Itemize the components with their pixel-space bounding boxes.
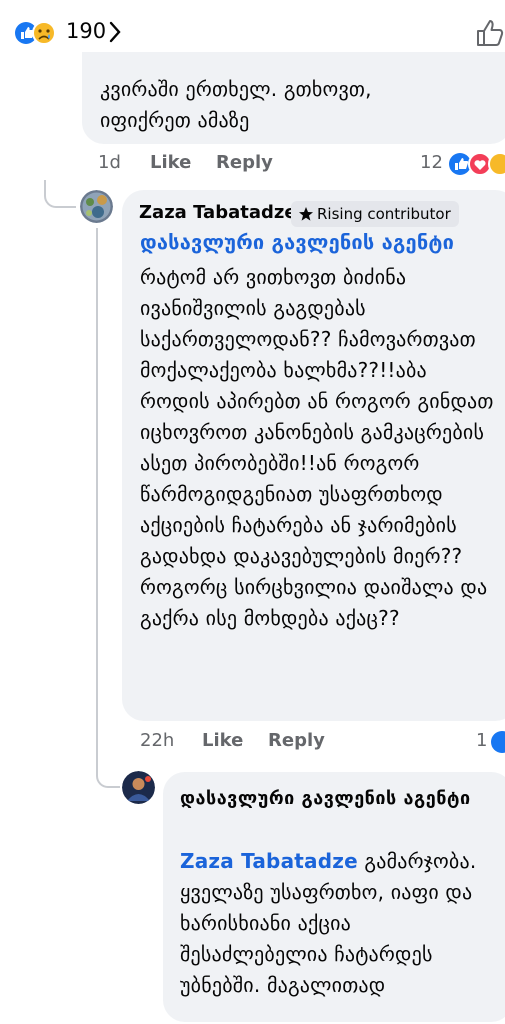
star-icon bbox=[299, 207, 313, 221]
like-button[interactable]: Like bbox=[202, 730, 243, 751]
comment-time[interactable]: 1d bbox=[98, 152, 121, 173]
comment-text-line: იფიქრეთ ამაზე bbox=[100, 108, 250, 132]
reply-button[interactable]: Reply bbox=[268, 730, 325, 751]
avatar[interactable] bbox=[122, 771, 155, 804]
mention-link[interactable]: Zaza Tabatadze bbox=[180, 849, 358, 873]
haha-reaction-icon bbox=[488, 152, 505, 176]
comment-text: რატომ არ ვითხოვთ ბიძინა ივანიშვილის გაგდ… bbox=[140, 265, 494, 630]
chevron-right-icon[interactable] bbox=[108, 21, 122, 43]
reaction-count[interactable]: 190 bbox=[66, 19, 106, 43]
rising-contributor-badge[interactable]: Rising contributor bbox=[291, 201, 459, 227]
thread-curve bbox=[44, 182, 76, 208]
comment-meta: 22h Like Reply 1 bbox=[140, 730, 505, 756]
reaction-count[interactable]: 1 bbox=[476, 730, 487, 751]
reply-author[interactable]: დასავლური გავლენის აგენტი bbox=[180, 784, 480, 813]
comment-author[interactable]: Zaza Tabatadze bbox=[139, 202, 297, 223]
sad-reaction-icon bbox=[32, 21, 56, 45]
comment-text: კვირაში ერთხელ. გთხოვთ, იფიქრეთ ამაზე bbox=[100, 74, 430, 136]
comment-time[interactable]: 22h bbox=[140, 730, 174, 751]
reply-text: Zaza Tabatadze გამარჯობა. ყველაზე უსაფრთ… bbox=[180, 846, 500, 1001]
like-button[interactable]: Like bbox=[150, 152, 191, 173]
thread-line-2 bbox=[96, 228, 98, 768]
thread-curve-2 bbox=[96, 762, 120, 788]
like-reaction-icon[interactable] bbox=[490, 729, 505, 755]
like-thumb-icon[interactable] bbox=[474, 17, 505, 49]
avatar[interactable] bbox=[80, 190, 113, 223]
reaction-icons[interactable] bbox=[14, 20, 58, 46]
mention-link[interactable]: დასავლური გავლენის აგენტი bbox=[140, 230, 454, 254]
reaction-count[interactable]: 12 bbox=[420, 152, 443, 173]
comment-meta: 1d Like Reply 12 bbox=[98, 152, 505, 178]
reply-button[interactable]: Reply bbox=[216, 152, 273, 173]
reaction-icons[interactable] bbox=[448, 151, 505, 177]
comment-text-line: კვირაში ერთხელ. გთხოვთ, bbox=[100, 77, 372, 101]
